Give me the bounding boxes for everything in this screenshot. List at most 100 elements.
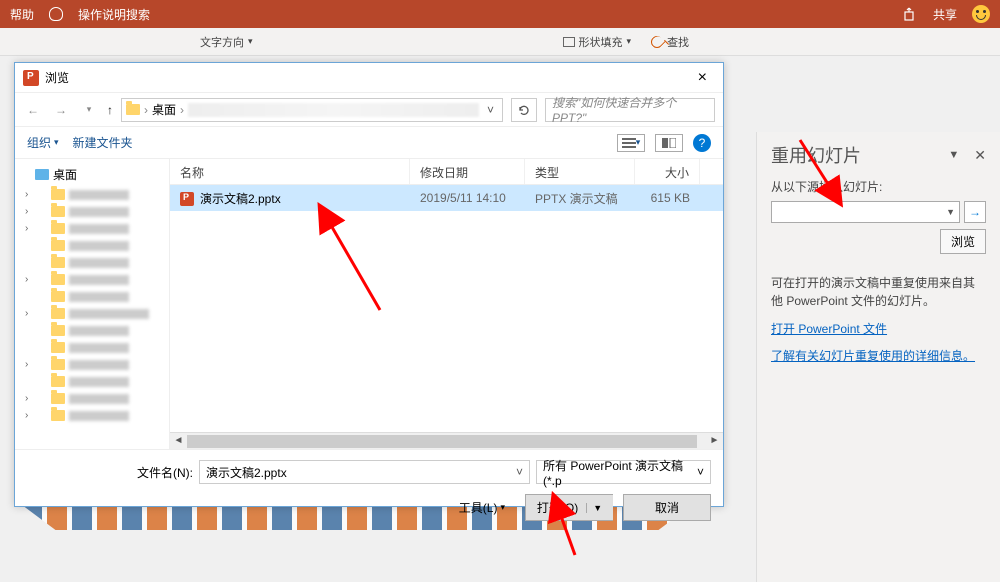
nav-back-button[interactable]: ← bbox=[23, 103, 43, 117]
find-button[interactable]: 查找 bbox=[651, 34, 689, 50]
find-icon bbox=[649, 33, 666, 50]
folder-icon bbox=[126, 104, 140, 115]
breadcrumb-path[interactable]: › 桌面 › ˅ bbox=[121, 98, 503, 122]
tree-item[interactable] bbox=[15, 288, 169, 305]
tree-item[interactable] bbox=[15, 254, 169, 271]
tree-item[interactable] bbox=[15, 373, 169, 390]
breadcrumb-blurred bbox=[188, 103, 479, 117]
chevron-right-icon: › bbox=[144, 103, 148, 117]
scroll-right-icon[interactable]: ► bbox=[706, 433, 723, 450]
nav-forward-button[interactable]: → bbox=[51, 103, 71, 117]
new-folder-button[interactable]: 新建文件夹 bbox=[73, 134, 133, 151]
scroll-left-icon[interactable]: ◄ bbox=[170, 433, 187, 450]
filename-dropdown-icon[interactable]: ˅ bbox=[516, 465, 523, 479]
reuse-slides-pane: 重用幻灯片 ▼ ✕ 从以下源插入幻灯片: ▼ → 浏览 可在打开的演示文稿中重复… bbox=[756, 132, 1000, 582]
source-label: 从以下源插入幻灯片: bbox=[771, 178, 986, 195]
breadcrumb-desktop[interactable]: 桌面 bbox=[152, 101, 176, 118]
path-dropdown-button[interactable]: ˅ bbox=[483, 103, 498, 117]
help-tab[interactable]: 帮助 bbox=[10, 6, 34, 23]
column-type[interactable]: 类型 bbox=[525, 159, 635, 184]
organize-button[interactable]: 组织 ▾ bbox=[27, 134, 59, 151]
folder-icon bbox=[51, 376, 65, 387]
pptx-file-icon bbox=[180, 192, 194, 206]
text-direction-button[interactable]: 文字方向▾ bbox=[200, 34, 253, 50]
nav-up-button[interactable]: ↑ bbox=[107, 103, 113, 117]
cancel-button[interactable]: 取消 bbox=[623, 494, 711, 521]
bulb-icon bbox=[49, 7, 63, 21]
pane-description: 可在打开的演示文稿中重复使用来自其他 PowerPoint 文件的幻灯片。 bbox=[771, 274, 986, 310]
dialog-search-input[interactable]: 搜索"如何快速合并多个PPT?" bbox=[545, 98, 715, 122]
dialog-body: 桌面 › › › › › › › › 名称 修改日期 类型 大小 bbox=[15, 159, 723, 449]
dialog-close-button[interactable]: × bbox=[690, 69, 715, 87]
tree-item[interactable]: › bbox=[15, 305, 169, 322]
refresh-icon bbox=[517, 103, 531, 117]
tree-desktop[interactable]: 桌面 bbox=[15, 163, 169, 186]
file-name: 演示文稿2.pptx bbox=[200, 192, 281, 206]
source-input[interactable]: ▼ bbox=[771, 201, 960, 223]
tell-me-search[interactable]: 操作说明搜索 bbox=[78, 6, 150, 23]
folder-icon bbox=[51, 393, 65, 404]
filename-input[interactable]: 演示文稿2.pptx ˅ bbox=[199, 460, 530, 484]
dialog-navbar: ← → ▾ ↑ › 桌面 › ˅ 搜索"如何快速合并多个PPT?" bbox=[15, 93, 723, 127]
list-header: 名称 修改日期 类型 大小 bbox=[170, 159, 723, 185]
tree-item[interactable]: › bbox=[15, 390, 169, 407]
file-size: 615 KB bbox=[635, 191, 700, 205]
feedback-smiley-icon[interactable] bbox=[972, 5, 990, 23]
dialog-toolbar: 组织 ▾ 新建文件夹 ▾ ? bbox=[15, 127, 723, 159]
open-powerpoint-link[interactable]: 打开 PowerPoint 文件 bbox=[771, 320, 986, 337]
pane-menu-button[interactable]: ▼ bbox=[948, 149, 959, 161]
file-date: 2019/5/11 14:10 bbox=[410, 191, 525, 205]
folder-icon bbox=[51, 257, 65, 268]
pane-title: 重用幻灯片 bbox=[771, 142, 861, 168]
column-date[interactable]: 修改日期 bbox=[410, 159, 525, 184]
folder-icon bbox=[51, 189, 65, 200]
tree-item[interactable]: › bbox=[15, 407, 169, 424]
dialog-footer: 文件名(N): 演示文稿2.pptx ˅ 所有 PowerPoint 演示文稿 … bbox=[15, 449, 723, 531]
file-filter-dropdown[interactable]: 所有 PowerPoint 演示文稿 (*.p ˅ bbox=[536, 460, 711, 484]
file-row[interactable]: 演示文稿2.pptx 2019/5/11 14:10 PPTX 演示文稿 615… bbox=[170, 185, 723, 211]
help-button[interactable]: ? bbox=[693, 134, 711, 152]
ribbon-toolbar: 文字方向▾ 形状填充▾ 查找 bbox=[0, 28, 1000, 56]
pane-close-button[interactable]: ✕ bbox=[974, 147, 986, 164]
powerpoint-icon bbox=[23, 70, 39, 86]
ribbon-titlebar: 帮助 操作说明搜索 共享 bbox=[0, 0, 1000, 28]
column-name[interactable]: 名称 bbox=[170, 159, 410, 184]
folder-icon bbox=[51, 325, 65, 336]
folder-icon bbox=[51, 410, 65, 421]
view-mode-button[interactable]: ▾ bbox=[617, 134, 645, 152]
scrollbar-thumb[interactable] bbox=[187, 435, 697, 448]
tools-dropdown[interactable]: 工具(L) ▾ bbox=[459, 499, 505, 516]
open-button[interactable]: 打开(O)▼ bbox=[525, 494, 613, 521]
folder-icon bbox=[51, 342, 65, 353]
tree-item[interactable]: › bbox=[15, 271, 169, 288]
tree-item[interactable] bbox=[15, 322, 169, 339]
preview-pane-button[interactable] bbox=[655, 134, 683, 152]
folder-icon bbox=[51, 240, 65, 251]
dialog-titlebar: 浏览 × bbox=[15, 63, 723, 93]
tree-item[interactable] bbox=[15, 339, 169, 356]
folder-icon bbox=[51, 291, 65, 302]
refresh-button[interactable] bbox=[511, 98, 537, 122]
folder-icon bbox=[51, 274, 65, 285]
file-type: PPTX 演示文稿 bbox=[525, 190, 635, 207]
desktop-icon bbox=[35, 169, 49, 180]
open-split-dropdown[interactable]: ▼ bbox=[586, 503, 602, 513]
chevron-right-icon: › bbox=[180, 103, 184, 117]
horizontal-scrollbar[interactable]: ◄ ► bbox=[170, 432, 723, 449]
share-button[interactable]: 共享 bbox=[933, 6, 957, 23]
nav-history-dropdown[interactable]: ▾ bbox=[79, 104, 99, 115]
shape-icon bbox=[563, 37, 575, 47]
shape-fill-button[interactable]: 形状填充▾ bbox=[563, 34, 632, 50]
tree-item[interactable] bbox=[15, 237, 169, 254]
tree-item[interactable]: › bbox=[15, 186, 169, 203]
chevron-down-icon: ▼ bbox=[946, 207, 955, 217]
folder-icon bbox=[51, 308, 65, 319]
go-button[interactable]: → bbox=[964, 201, 986, 223]
browse-button[interactable]: 浏览 bbox=[940, 229, 986, 254]
column-size[interactable]: 大小 bbox=[635, 159, 700, 184]
folder-tree[interactable]: 桌面 › › › › › › › › bbox=[15, 159, 170, 449]
tree-item[interactable]: › bbox=[15, 356, 169, 373]
learn-more-link[interactable]: 了解有关幻灯片重复使用的详细信息。 bbox=[771, 347, 986, 364]
tree-item[interactable]: › bbox=[15, 203, 169, 220]
tree-item[interactable]: › bbox=[15, 220, 169, 237]
